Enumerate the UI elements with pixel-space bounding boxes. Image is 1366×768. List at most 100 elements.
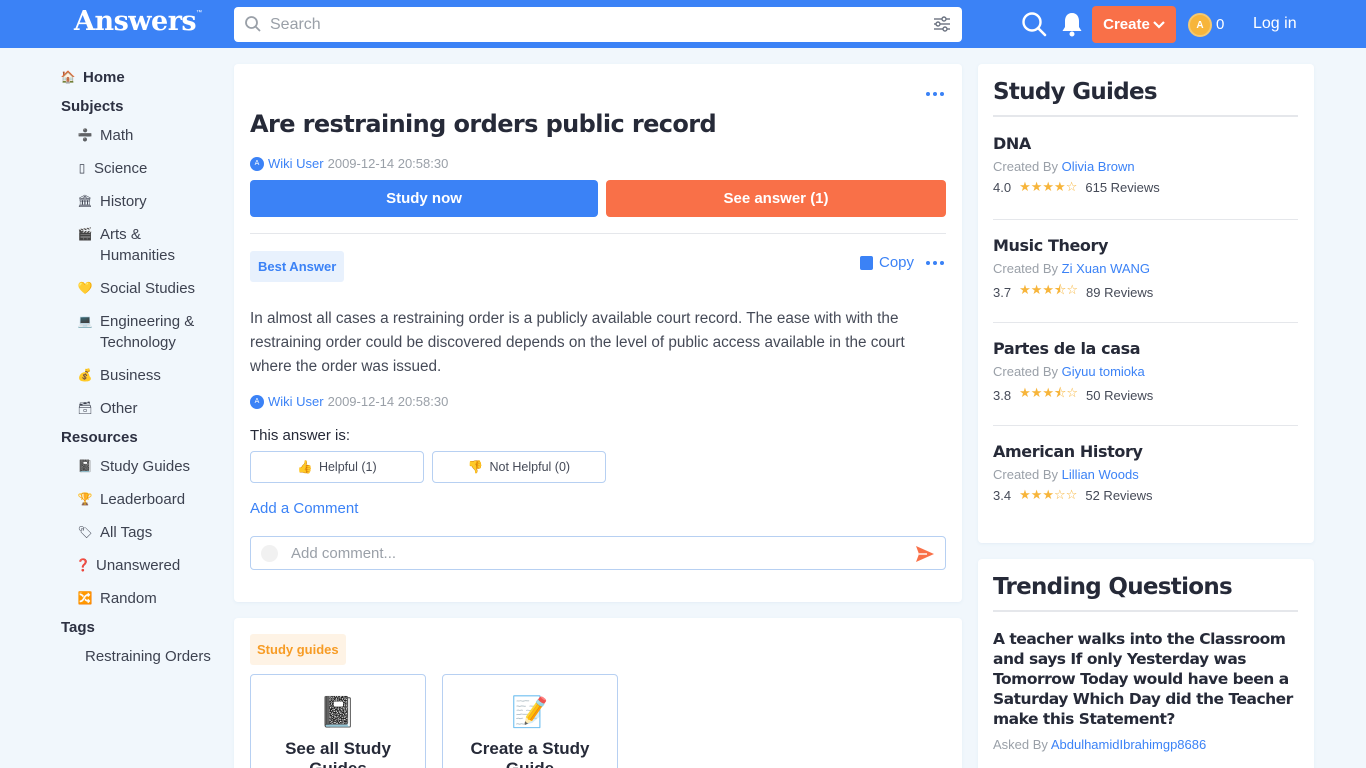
coin-count: 0: [1216, 16, 1225, 33]
avatar: A: [250, 156, 264, 171]
create-button[interactable]: Create: [1092, 6, 1176, 43]
filter-icon[interactable]: [933, 16, 951, 32]
sidebar-item-history[interactable]: 🏛 History: [77, 191, 146, 212]
other-icon: 🗃: [77, 401, 93, 415]
author-link[interactable]: Wiki User: [268, 394, 324, 409]
best-answer-badge: Best Answer: [250, 251, 345, 282]
coin-icon[interactable]: A: [1188, 13, 1212, 37]
home-icon: 🏠: [60, 70, 76, 84]
sidebar-item-social-studies[interactable]: 💛 Social Studies: [77, 278, 196, 299]
search-bar[interactable]: [234, 7, 962, 42]
thumbs-up-icon: 👍: [297, 459, 313, 474]
see-answer-button[interactable]: See answer (1): [606, 180, 946, 217]
divider: [250, 233, 946, 234]
sidebar-item-science[interactable]: ▯ Science: [78, 158, 148, 179]
sidebar-item-unanswered[interactable]: ❓ Unanswered: [75, 555, 181, 576]
tags-icon: 🏷: [77, 525, 93, 539]
tile-label: See all StudyGuides: [285, 739, 391, 768]
post-date: 2009-12-14 20:58:30: [327, 156, 449, 171]
copy-icon: [860, 255, 873, 270]
question-mark-icon: ❓: [75, 558, 91, 572]
create-study-guide-tile[interactable]: 📝 Create a StudyGuide: [442, 674, 618, 768]
question-card: Are restraining orders public record A W…: [234, 64, 962, 602]
divider: [993, 610, 1298, 612]
sidebar-item-other[interactable]: 🗃 Other: [77, 398, 137, 419]
author-link[interactable]: Lillian Woods: [1062, 467, 1139, 482]
see-all-study-guides-tile[interactable]: 📓 See all StudyGuides: [250, 674, 426, 768]
sidebar-item-business[interactable]: 💰 Business: [78, 365, 161, 386]
more-options-icon[interactable]: [926, 261, 944, 265]
sidebar-item-all-tags[interactable]: 🏷 All Tags: [77, 522, 152, 543]
panel-title: Trending Questions: [993, 574, 1233, 600]
search-input[interactable]: [270, 13, 910, 37]
study-guides-panel: Study Guides DNA Created By Olivia Brown…: [978, 64, 1314, 543]
avatar: A: [250, 394, 264, 409]
arts-icon: 🎬: [77, 227, 93, 241]
study-guide-item[interactable]: American History Created By Lillian Wood…: [993, 442, 1298, 503]
subjects-heading: Subjects: [61, 98, 124, 115]
question-title: Are restraining orders public record: [250, 110, 717, 138]
sidebar-item-tag[interactable]: Restraining Orders: [85, 646, 211, 667]
tile-label: Create a StudyGuide: [470, 739, 590, 768]
thumbs-down-icon: 👎: [467, 459, 484, 474]
rating-stars: ★★★☆☆: [1019, 487, 1078, 502]
answer-text: In almost all cases a restraining order …: [250, 310, 905, 375]
author-link[interactable]: Zi Xuan WANG: [1062, 261, 1150, 276]
laptop-icon: 💻: [77, 314, 93, 328]
divider: [993, 322, 1298, 323]
bell-icon[interactable]: [1061, 11, 1083, 37]
notebook-icon: 📓: [77, 459, 93, 473]
not-helpful-button[interactable]: 👎 Not Helpful (0): [432, 451, 606, 483]
rating-stars: ★★★★☆: [1019, 179, 1078, 194]
author-link[interactable]: Olivia Brown: [1062, 159, 1135, 174]
sidebar-item-study-guides[interactable]: 📓 Study Guides: [77, 456, 191, 477]
author-link[interactable]: Wiki User: [268, 156, 324, 171]
trophy-icon: 🏆: [77, 492, 93, 506]
sidebar-item-home[interactable]: 🏠 Home: [61, 67, 125, 88]
trending-questions-panel: Trending Questions A teacher walks into …: [978, 559, 1314, 768]
answer-rating-label: This answer is:: [250, 427, 351, 444]
comment-box[interactable]: [250, 536, 946, 570]
sidebar-item-engineering[interactable]: 💻 Engineering & Technology: [77, 311, 195, 353]
rating-stars: ★★★⯪☆: [1019, 282, 1079, 297]
shuffle-icon: 🔀: [77, 591, 93, 605]
send-icon[interactable]: [915, 545, 935, 563]
author-link[interactable]: Giyuu tomioka: [1062, 364, 1145, 379]
resources-heading: Resources: [61, 429, 138, 446]
math-icon: ➗: [77, 128, 93, 142]
copy-button[interactable]: Copy: [860, 254, 914, 271]
top-bar: Answers™ Create A 0 Log in: [0, 0, 1366, 48]
trending-question-link[interactable]: A teacher walks into the Classroom and s…: [993, 629, 1298, 729]
more-options-icon[interactable]: [926, 92, 944, 96]
rating-stars: ★★★⯪☆: [1019, 385, 1079, 400]
divider: [993, 219, 1298, 220]
study-guide-item[interactable]: Music Theory Created By Zi Xuan WANG 3.7…: [993, 236, 1298, 303]
add-comment-link[interactable]: Add a Comment: [250, 500, 358, 517]
answer-meta: A Wiki User 2009-12-14 20:58:30: [250, 394, 448, 409]
avatar: [261, 545, 278, 562]
study-now-button[interactable]: Study now: [250, 180, 598, 217]
sidebar-item-leaderboard[interactable]: 🏆 Leaderboard: [77, 489, 186, 510]
tags-heading: Tags: [61, 619, 95, 636]
search-icon[interactable]: [1021, 11, 1047, 37]
post-date: 2009-12-14 20:58:30: [327, 394, 449, 409]
study-guide-item[interactable]: DNA Created By Olivia Brown 4.0 ★★★★☆ 615 …: [993, 134, 1298, 195]
notebook-icon: 📓: [319, 696, 357, 729]
author-link[interactable]: AbdulhamidIbrahimgp8686: [1051, 737, 1206, 752]
comment-input[interactable]: [291, 542, 891, 564]
money-bag-icon: 💰: [77, 368, 93, 382]
history-icon: 🏛: [77, 194, 93, 208]
login-link[interactable]: Log in: [1253, 15, 1297, 33]
sidebar-item-random[interactable]: 🔀 Random: [78, 588, 157, 609]
sidebar-item-math[interactable]: ➗ Math: [77, 125, 134, 146]
helpful-button[interactable]: 👍 Helpful (1): [250, 451, 424, 483]
science-icon: ▯: [78, 161, 86, 175]
divider: [993, 115, 1298, 117]
answers-logo[interactable]: Answers™: [74, 6, 202, 37]
study-guides-card: Study guides 📓 See all StudyGuides 📝 Cre…: [234, 618, 962, 768]
study-guides-badge: Study guides: [250, 634, 346, 665]
heart-icon: 💛: [77, 281, 93, 295]
question-meta: A Wiki User 2009-12-14 20:58:30: [250, 156, 448, 171]
study-guide-item[interactable]: Partes de la casa Created By Giyuu tomio…: [993, 339, 1298, 406]
sidebar-item-arts[interactable]: 🎬 Arts & Humanities: [77, 224, 176, 266]
